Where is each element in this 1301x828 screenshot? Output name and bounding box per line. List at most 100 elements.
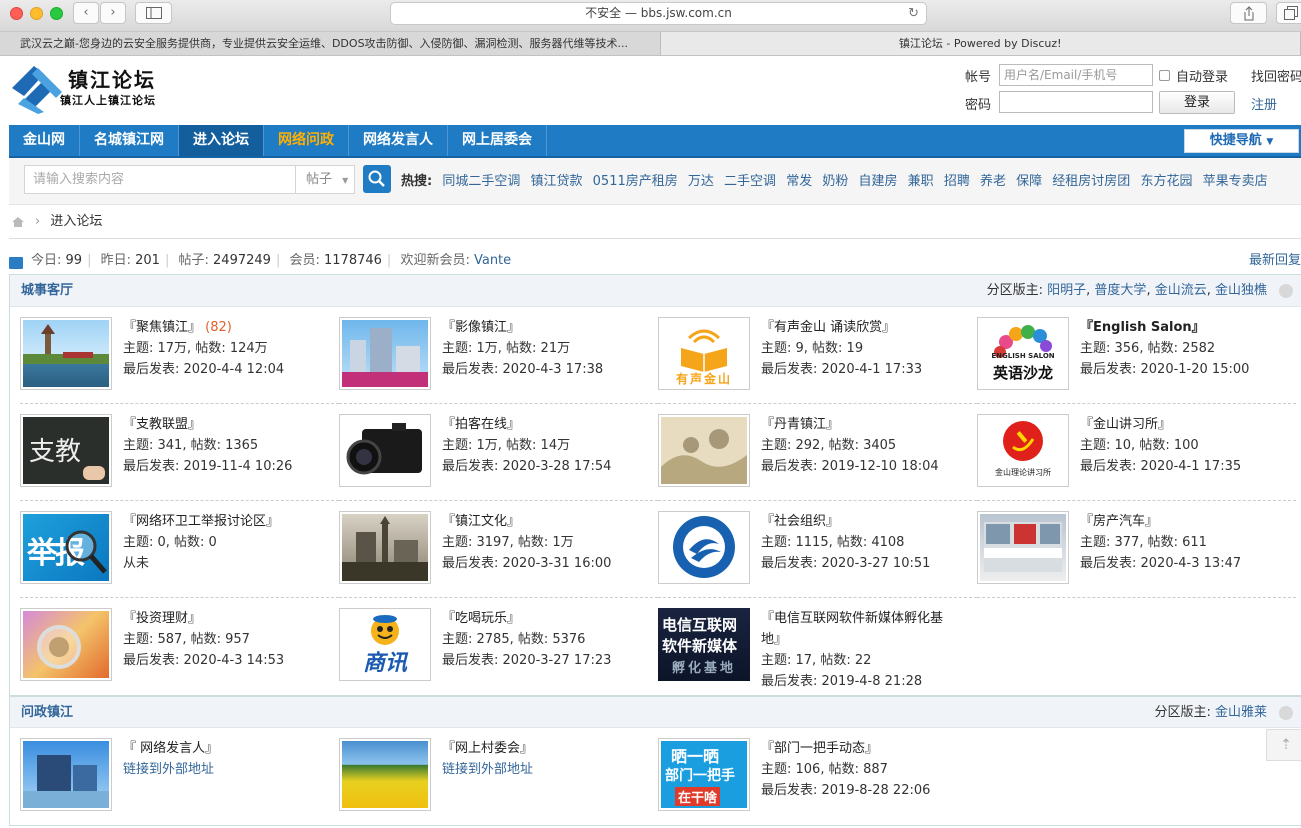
login-button[interactable]: 登录 — [1159, 91, 1235, 114]
forum-name[interactable]: 『网上村委会』 — [442, 741, 533, 756]
forum-thumbnail[interactable] — [20, 608, 112, 681]
forum-thumbnail[interactable] — [658, 511, 750, 584]
hot-search-link[interactable]: 兼职 — [908, 174, 934, 189]
forum-thumbnail[interactable]: ENGLISH SALON 英语沙龙 — [977, 317, 1069, 390]
forum-name[interactable]: 『房产汽车』 — [1080, 514, 1158, 529]
hot-search-link[interactable]: 养老 — [980, 174, 1006, 189]
find-password-link[interactable]: 找回密码 — [1251, 66, 1301, 85]
forum-thumbnail[interactable] — [20, 317, 112, 390]
sidebar-button[interactable] — [135, 2, 172, 24]
hot-search-link[interactable]: 经租房讨房团 — [1052, 174, 1130, 189]
forum-name[interactable]: 『 网络发言人』 — [123, 741, 218, 756]
forum-thumbnail[interactable] — [339, 738, 431, 811]
hot-search-link[interactable]: 二手空调 — [724, 174, 776, 189]
search-button[interactable] — [363, 165, 391, 193]
forum-last-post[interactable]: 最后发表: 2020-3-28 17:54 — [442, 459, 611, 474]
collapse-icon[interactable] — [1279, 284, 1293, 298]
nav-item-wenzheng[interactable]: 网络问政 — [264, 125, 349, 156]
forum-name[interactable]: 『影像镇江』 — [442, 320, 520, 335]
auto-login-label[interactable]: 自动登录 — [1176, 66, 1228, 85]
hot-search-link[interactable]: 万达 — [688, 174, 714, 189]
forum-thumbnail[interactable]: 支教 — [20, 414, 112, 487]
moderator-link[interactable]: 金山独樵 — [1215, 283, 1267, 298]
forum-name[interactable]: 『网络环卫工举报讨论区』 — [123, 514, 279, 529]
quick-nav-button[interactable]: 快捷导航 ▼ — [1184, 129, 1299, 153]
minimize-window-button[interactable] — [30, 7, 43, 20]
forum-thumbnail[interactable] — [339, 511, 431, 584]
forum-name[interactable]: 『支教联盟』 — [123, 417, 201, 432]
account-input[interactable]: 用户名/Email/手机号 — [999, 64, 1153, 86]
forum-name[interactable]: 『部门一把手动态』 — [761, 741, 878, 756]
forum-thumbnail[interactable] — [339, 317, 431, 390]
hot-search-link[interactable]: 奶粉 — [822, 174, 848, 189]
forum-thumbnail[interactable]: 金山理论讲习所 — [977, 414, 1069, 487]
moderator-link[interactable]: 金山流云 — [1155, 283, 1207, 298]
external-link[interactable]: 链接到外部地址 — [442, 762, 533, 777]
forum-thumbnail[interactable]: 商讯 — [339, 608, 431, 681]
forum-thumbnail[interactable] — [977, 511, 1069, 584]
nav-item-committee[interactable]: 网上居委会 — [448, 125, 547, 156]
forum-last-post[interactable]: 最后发表: 2019-8-28 22:06 — [761, 783, 930, 798]
forum-thumbnail[interactable]: 电信互联网 软件新媒体 孵化基地 — [658, 608, 750, 681]
forum-last-post[interactable]: 最后发表: 2020-4-1 17:33 — [761, 362, 922, 377]
moderator-link[interactable]: 普度大学 — [1094, 283, 1146, 298]
hot-search-link[interactable]: 镇江贷款 — [531, 174, 583, 189]
auto-login-checkbox[interactable] — [1159, 70, 1170, 81]
site-logo[interactable]: 镇江论坛 镇江人上镇江论坛 — [10, 60, 190, 120]
nav-item-spokesman[interactable]: 网络发言人 — [349, 125, 448, 156]
forum-thumbnail[interactable] — [339, 414, 431, 487]
close-window-button[interactable] — [10, 7, 23, 20]
forum-last-post[interactable]: 最后发表: 2020-3-27 10:51 — [761, 556, 930, 571]
search-type-select[interactable]: 帖子 ▼ — [295, 165, 355, 194]
browser-tab[interactable]: 武汉云之巅-您身边的云安全服务提供商，专业提供云安全运维、DDOS攻击防御、入侵… — [0, 32, 661, 55]
forum-thumbnail[interactable] — [20, 738, 112, 811]
browser-tab-active[interactable]: 镇江论坛 - Powered by Discuz! — [660, 32, 1301, 55]
search-input[interactable]: 请输入搜索内容 — [24, 165, 296, 194]
hot-search-link[interactable]: 常发 — [786, 174, 812, 189]
nav-item-forum[interactable]: 进入论坛 — [179, 125, 264, 156]
zoom-window-button[interactable] — [50, 7, 63, 20]
back-to-top-button[interactable]: ⇡ — [1266, 729, 1301, 761]
hot-search-link[interactable]: 同城二手空调 — [442, 174, 520, 189]
nav-item-mingcheng[interactable]: 名城镇江网 — [80, 125, 179, 156]
tabs-overview-button[interactable] — [1276, 2, 1301, 24]
forum-last-post[interactable]: 最后发表: 2019-12-10 18:04 — [761, 459, 939, 474]
forum-name[interactable]: 『镇江文化』 — [442, 514, 520, 529]
forum-name[interactable]: 『拍客在线』 — [442, 417, 520, 432]
moderator-link[interactable]: 阳明子 — [1047, 283, 1086, 298]
hot-search-link[interactable]: 自建房 — [859, 174, 898, 189]
section-title[interactable]: 问政镇江 — [21, 705, 73, 720]
forum-last-post[interactable]: 最后发表: 2020-4-3 13:47 — [1080, 556, 1241, 571]
forum-last-post[interactable]: 最后发表: 2020-1-20 15:00 — [1080, 362, 1249, 377]
collapse-icon[interactable] — [1279, 706, 1293, 720]
forum-last-post[interactable]: 最后发表: 2020-4-1 17:35 — [1080, 459, 1241, 474]
password-input[interactable] — [999, 91, 1153, 113]
breadcrumb-current[interactable]: 进入论坛 — [50, 214, 102, 229]
external-link[interactable]: 链接到外部地址 — [123, 762, 214, 777]
forum-last-post[interactable]: 最后发表: 2020-4-3 14:53 — [123, 653, 284, 668]
forum-last-post[interactable]: 最后发表: 2020-4-3 17:38 — [442, 362, 603, 377]
forum-thumbnail[interactable]: 晒一晒 部门一把手 在干啥 — [658, 738, 750, 811]
forum-name[interactable]: 『有声金山 诵读欣赏』 — [761, 320, 895, 335]
forum-last-post[interactable]: 最后发表: 2019-4-8 21:28 — [761, 674, 922, 689]
address-bar[interactable]: 不安全 — bbs.jsw.com.cn ↻ — [390, 2, 927, 25]
nav-item-jinshan[interactable]: 金山网 — [9, 125, 80, 156]
new-member-link[interactable]: Vante — [474, 253, 511, 268]
forum-last-post[interactable]: 最后发表: 2020-3-31 16:00 — [442, 556, 611, 571]
forum-thumbnail[interactable]: 有声金山 — [658, 317, 750, 390]
forum-name[interactable]: 『English Salon』 — [1080, 320, 1205, 335]
forum-name[interactable]: 『丹青镇江』 — [761, 417, 839, 432]
moderator-link[interactable]: 金山雅莱 — [1215, 705, 1267, 720]
home-icon[interactable] — [11, 216, 25, 228]
forum-name[interactable]: 『电信互联网软件新媒体孵化基地』 — [761, 611, 943, 647]
forum-name[interactable]: 『吃喝玩乐』 — [442, 611, 520, 626]
forum-name[interactable]: 『金山讲习所』 — [1080, 417, 1171, 432]
forum-thumbnail[interactable] — [658, 414, 750, 487]
hot-search-link[interactable]: 东方花园 — [1140, 174, 1192, 189]
back-button[interactable]: ‹ — [73, 2, 99, 24]
register-link[interactable]: 注册 — [1251, 94, 1277, 113]
section-title[interactable]: 城事客厅 — [21, 283, 73, 298]
hot-search-link[interactable]: 招聘 — [944, 174, 970, 189]
forum-last-post[interactable]: 最后发表: 2020-3-27 17:23 — [442, 653, 611, 668]
hot-search-link[interactable]: 0511房产租房 — [593, 174, 678, 189]
